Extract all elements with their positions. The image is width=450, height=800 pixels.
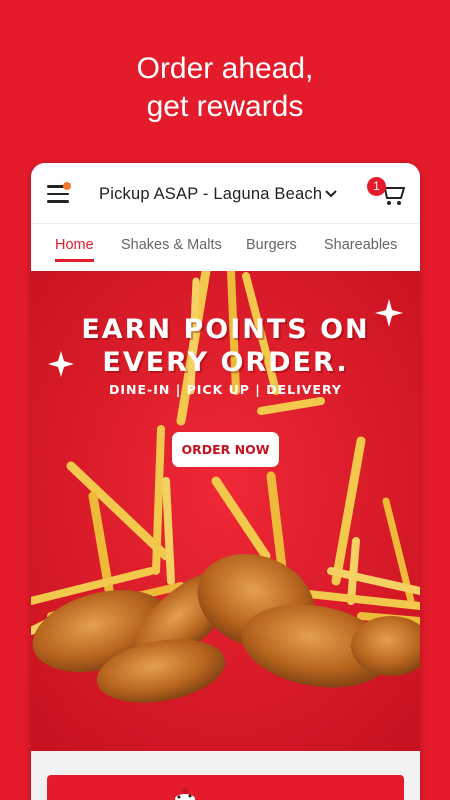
promo-title: EARN POINTS ON EVERY ORDER. — [31, 313, 420, 379]
category-tabs: Home Shakes & Malts Burgers Shareables — [31, 223, 420, 271]
tab-shareables[interactable]: Shareables — [324, 237, 397, 253]
location-selector[interactable]: Pickup ASAP - Laguna Beach — [99, 185, 322, 204]
shake-icon — [175, 788, 195, 800]
promo-title-line-2: EVERY ORDER. — [102, 347, 349, 378]
headline-line-1: Order ahead, — [136, 52, 314, 85]
tab-home[interactable]: Home — [55, 237, 94, 262]
app-store-headline: Order ahead, get rewards — [0, 50, 450, 126]
notification-dot — [63, 182, 71, 190]
headline-line-2: get rewards — [146, 90, 304, 123]
app-screen: Pickup ASAP - Laguna Beach 1 Home Shakes… — [31, 163, 420, 800]
next-promo-card[interactable] — [47, 775, 404, 800]
tab-burgers[interactable]: Burgers — [246, 237, 297, 253]
cart-count-badge: 1 — [367, 177, 386, 196]
promo-subtitle: DINE-IN | PICK UP | DELIVERY — [109, 382, 342, 397]
tab-shakes-malts[interactable]: Shakes & Malts — [121, 237, 222, 253]
top-bar: Pickup ASAP - Laguna Beach 1 — [31, 163, 420, 223]
promo-title-line-1: EARN POINTS ON — [81, 314, 370, 345]
chevron-down-icon[interactable] — [325, 189, 337, 199]
rewards-promo-banner[interactable]: EARN POINTS ON EVERY ORDER. DINE-IN | PI… — [31, 271, 420, 751]
order-now-button[interactable]: ORDER NOW — [172, 432, 279, 467]
